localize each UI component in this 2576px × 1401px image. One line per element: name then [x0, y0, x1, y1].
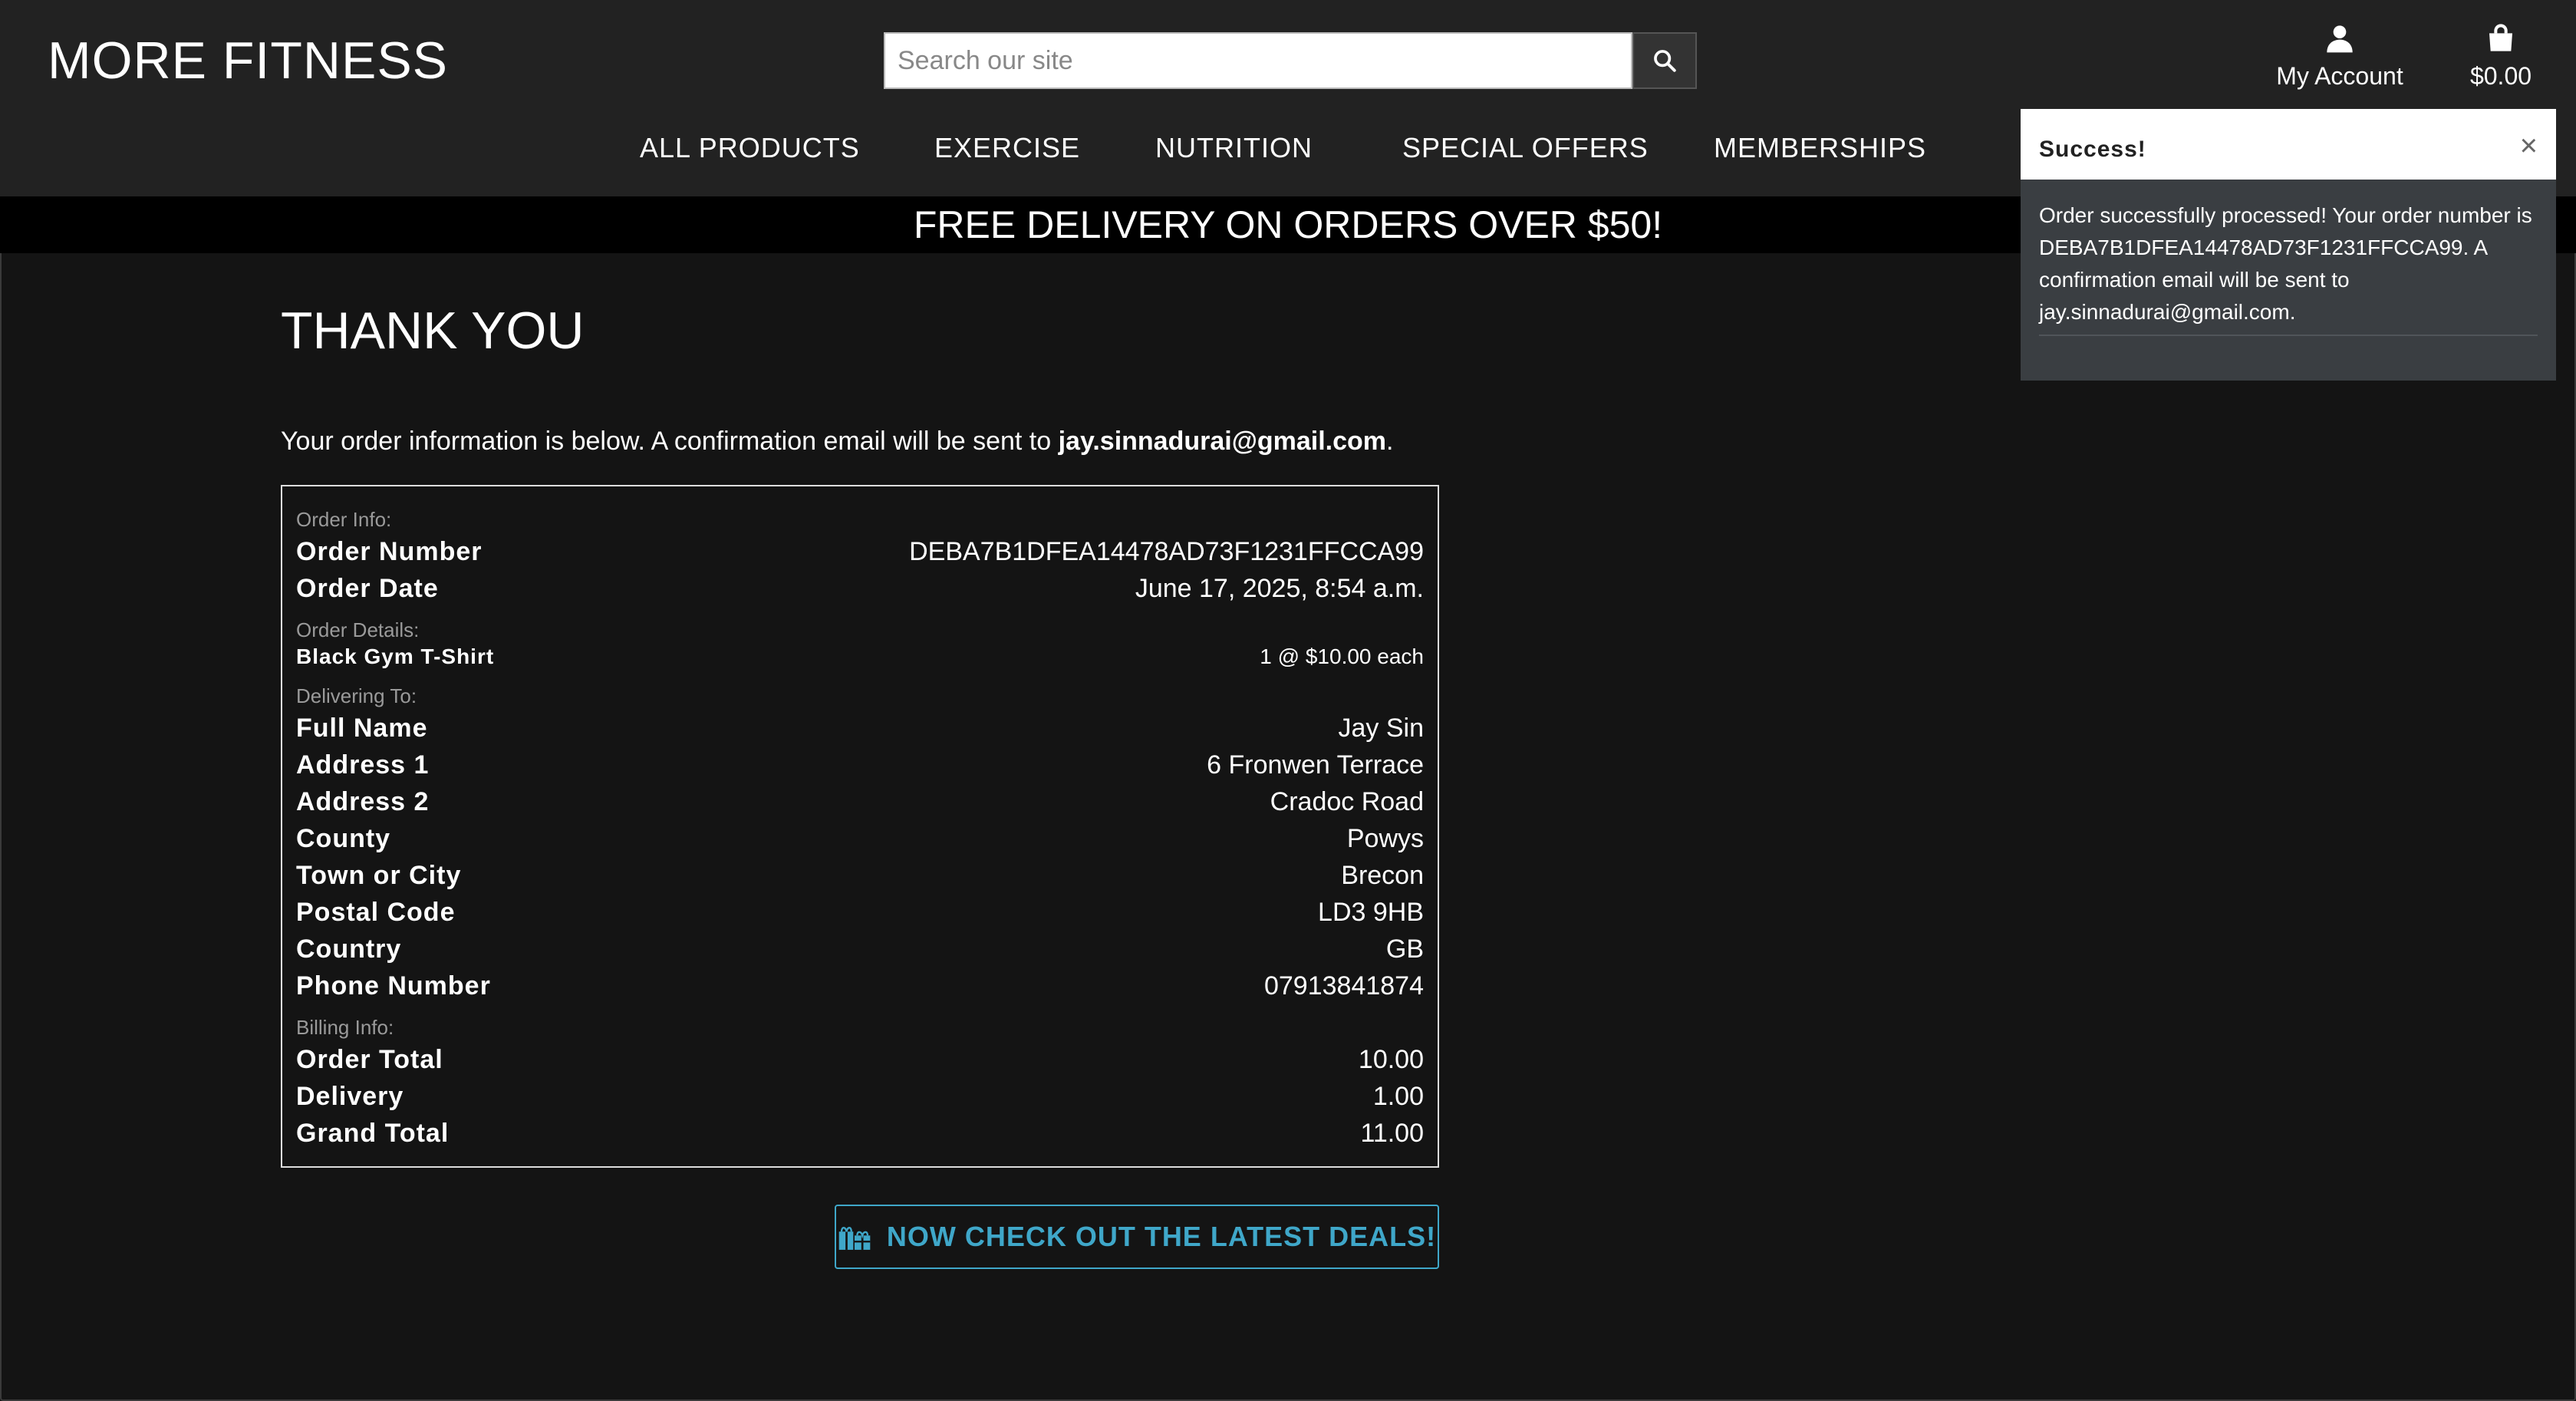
nav-exercise[interactable]: EXERCISE [934, 132, 1080, 164]
delivery-cost-label: Delivery [296, 1082, 404, 1111]
intro-email: jay.sinnadurai@gmail.com [1058, 427, 1387, 456]
delivery-row: Town or City Brecon [296, 861, 1424, 891]
toast-message: Order successfully processed! Your order… [2039, 203, 2532, 324]
toast-divider [2039, 335, 2538, 336]
billing-row: Grand Total 11.00 [296, 1119, 1424, 1149]
my-account-label: My Account [2276, 62, 2403, 90]
grand-total-label: Grand Total [296, 1119, 450, 1148]
user-icon [2327, 25, 2353, 53]
delivery-row: Phone Number 07913841874 [296, 971, 1424, 1001]
latest-deals-label: NOW CHECK OUT THE LATEST DEALS! [886, 1221, 1437, 1252]
order-date-value: June 17, 2025, 8:54 a.m. [1135, 574, 1424, 603]
address2-label: Address 2 [296, 787, 430, 816]
page-title: THANK YOU [281, 302, 585, 360]
delivery-row: Full Name Jay Sin [296, 714, 1424, 743]
postal-code-label: Postal Code [296, 898, 456, 927]
success-toast: Success! × Order successfully processed!… [2021, 109, 2556, 381]
delivery-cost-value: 1.00 [1372, 1082, 1424, 1111]
order-info-heading: Order Info: [296, 508, 392, 531]
intro-prefix: Your order information is below. A confi… [281, 427, 1059, 456]
order-summary: Order Info: Order Number DEBA7B1DFEA1447… [281, 485, 1439, 1168]
search-icon [1654, 50, 1676, 72]
nav-nutrition[interactable]: NUTRITION [1155, 132, 1313, 164]
order-number-label: Order Number [296, 537, 483, 566]
delivery-row: Postal Code LD3 9HB [296, 898, 1424, 928]
county-label: County [296, 824, 391, 853]
order-date-label: Order Date [296, 574, 439, 603]
town-value: Brecon [1341, 861, 1424, 890]
delivery-row: Address 2 Cradoc Road [296, 787, 1424, 817]
address1-value: 6 Fronwen Terrace [1207, 750, 1424, 780]
order-number-row: Order Number DEBA7B1DFEA14478AD73F1231FF… [296, 537, 1424, 567]
full-name-label: Full Name [296, 714, 428, 743]
cart-total: $0.00 [2469, 62, 2532, 90]
address1-label: Address 1 [296, 750, 430, 780]
full-name-value: Jay Sin [1338, 714, 1425, 743]
billing-row: Delivery 1.00 [296, 1082, 1424, 1112]
phone-value: 07913841874 [1263, 971, 1424, 1000]
grand-total-value: 11.00 [1360, 1119, 1424, 1148]
nav-special-offers[interactable]: SPECIAL OFFERS [1402, 132, 1649, 164]
latest-deals-button[interactable]: NOW CHECK OUT THE LATEST DEALS! [835, 1205, 1439, 1269]
phone-label: Phone Number [296, 971, 491, 1000]
intro-suffix: . [1386, 427, 1394, 456]
nav-all-products[interactable]: ALL PRODUCTS [640, 132, 860, 164]
billing-heading: Billing Info: [296, 1016, 394, 1039]
intro-text: Your order information is below. A confi… [281, 427, 1393, 457]
cart-link[interactable]: $0.00 [2462, 23, 2539, 91]
delivering-heading: Delivering To: [296, 684, 417, 707]
shopping-bag-icon [2489, 24, 2512, 51]
town-label: Town or City [296, 861, 462, 890]
gifts-icon [838, 1227, 871, 1250]
county-value: Powys [1346, 824, 1424, 853]
site-logo[interactable]: MORE FITNESS [48, 31, 448, 91]
country-label: Country [296, 935, 402, 964]
order-total-label: Order Total [296, 1045, 443, 1074]
toast-title: Success! [2039, 137, 2146, 162]
order-details-heading: Order Details: [296, 618, 420, 641]
search-box [884, 32, 1632, 89]
postal-code-value: LD3 9HB [1318, 898, 1424, 927]
delivery-row: County Powys [296, 824, 1424, 854]
order-number-value: DEBA7B1DFEA14478AD73F1231FFCCA99 [909, 537, 1424, 566]
order-item-row: Black Gym T-Shirt 1 @ $10.00 each [296, 644, 1424, 669]
my-account-link[interactable]: My Account [2271, 23, 2409, 91]
nav-memberships[interactable]: MEMBERSHIPS [1714, 132, 1926, 164]
search-input[interactable] [885, 45, 1631, 77]
search-button[interactable] [1632, 32, 1697, 89]
country-value: GB [1385, 935, 1424, 964]
close-icon[interactable]: × [2520, 130, 2538, 161]
item-quantity: 1 @ $10.00 each [1260, 644, 1424, 668]
billing-row: Order Total 10.00 [296, 1045, 1424, 1075]
delivery-row: Country GB [296, 935, 1424, 964]
item-name: Black Gym T-Shirt [296, 644, 495, 668]
delivery-row: Address 1 6 Fronwen Terrace [296, 750, 1424, 780]
toast-header: Success! × [2021, 109, 2556, 180]
order-date-row: Order Date June 17, 2025, 8:54 a.m. [296, 574, 1424, 604]
order-total-value: 10.00 [1358, 1045, 1424, 1074]
address2-value: Cradoc Road [1270, 787, 1424, 816]
